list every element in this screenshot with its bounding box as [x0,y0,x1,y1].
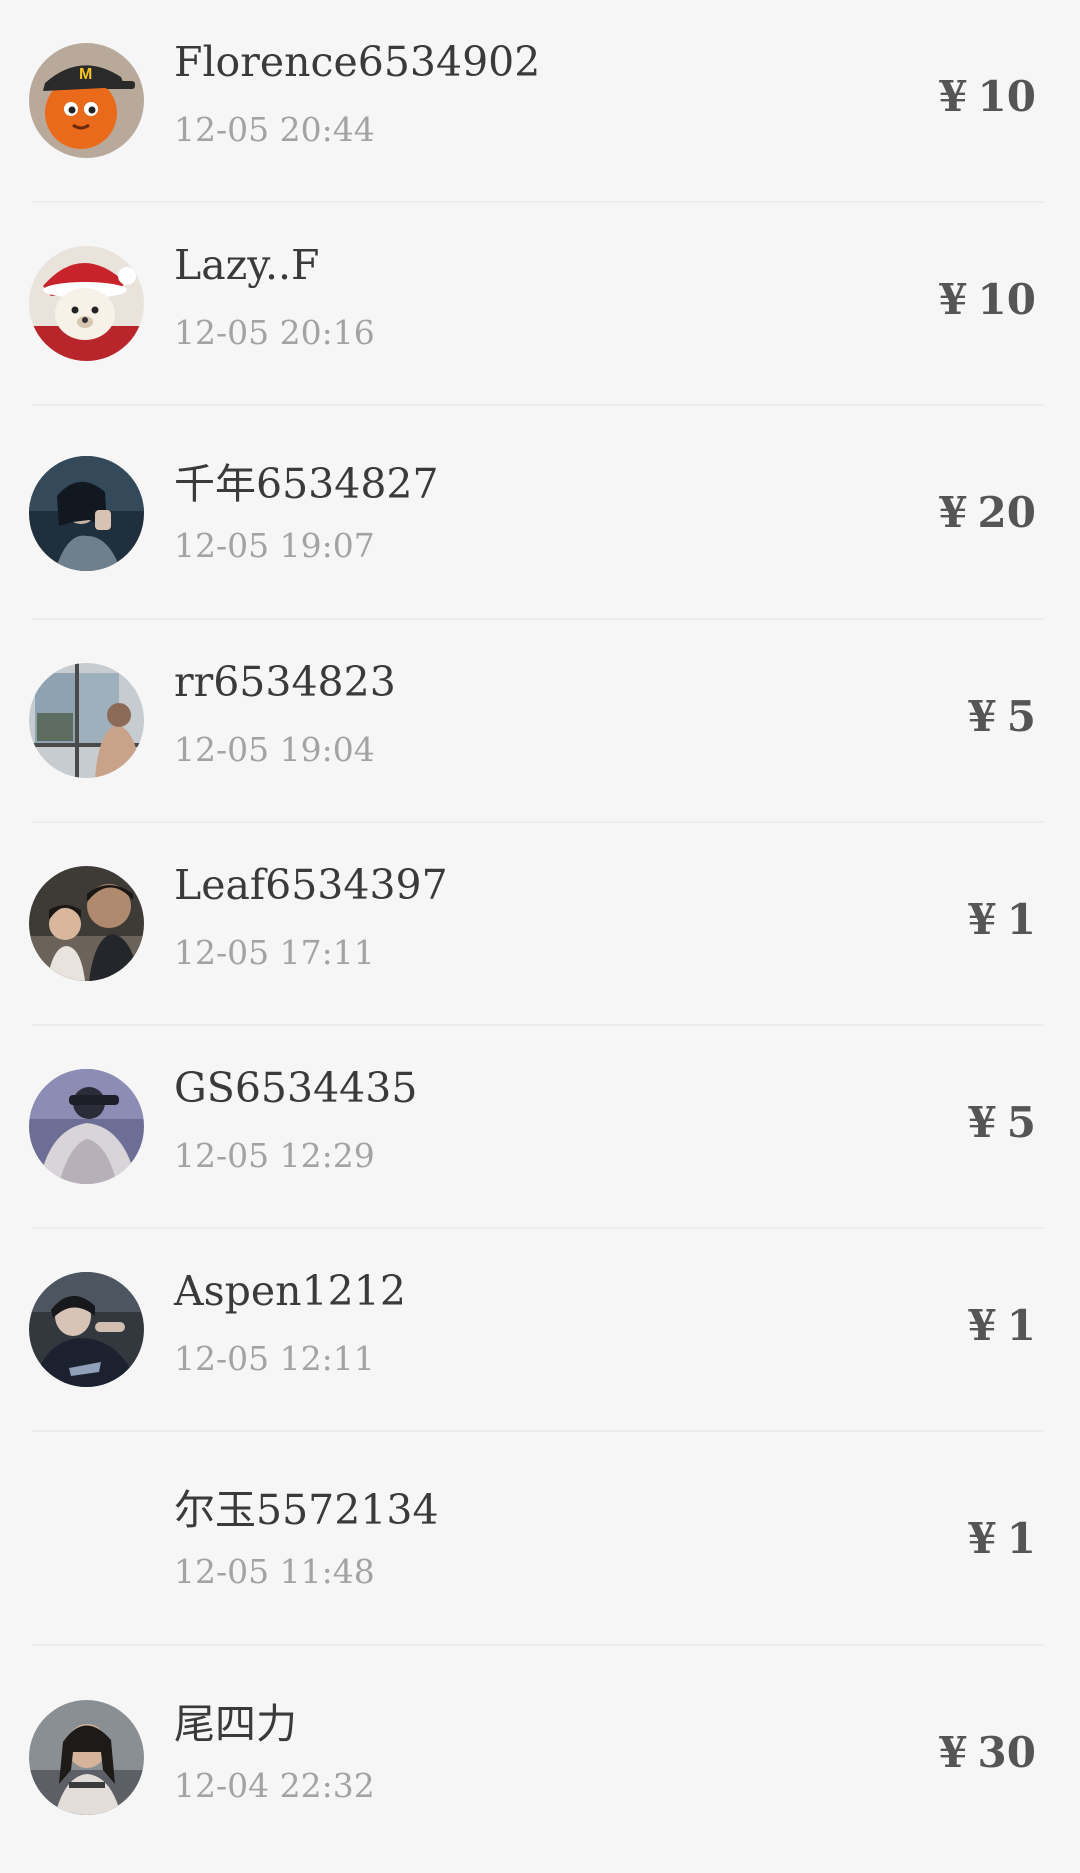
photo-avatar-icon [29,866,144,981]
avatar[interactable] [29,1069,144,1184]
donation-time: 12-05 17:11 [174,933,375,972]
currency-symbol: ¥ [967,1514,997,1563]
currency-symbol: ¥ [967,1098,997,1147]
currency-symbol: ¥ [938,1728,968,1777]
list-item[interactable]: rr6534823 12-05 19:04 ¥5 [0,620,1080,823]
window-avatar-icon [29,663,144,778]
list-item[interactable]: 千年6534827 12-05 19:07 ¥20 [0,406,1080,620]
currency-symbol: ¥ [938,488,968,537]
donor-name: 尾四力 [174,1700,297,1748]
donation-amount: ¥5 [968,692,1036,741]
donation-time: 12-05 12:29 [174,1136,375,1175]
donor-name: Leaf6534397 [174,861,448,909]
avatar[interactable] [29,866,144,981]
donor-name: 尔玉5572134 [174,1486,439,1534]
donation-amount: ¥1 [968,895,1036,944]
list-item[interactable]: M Florence6534902 12-05 20:44 ¥10 [0,0,1080,203]
list-item[interactable]: GS6534435 12-05 12:29 ¥5 [0,1026,1080,1229]
currency-symbol: ¥ [967,1301,997,1350]
donation-amount: ¥20 [938,488,1036,537]
donation-amount: ¥10 [938,72,1036,121]
donation-time: 12-05 19:04 [174,730,375,769]
amount-value: 5 [1006,692,1036,741]
donation-list: M Florence6534902 12-05 20:44 ¥10 Lazy..… [0,0,1080,1873]
amount-value: 10 [977,275,1036,324]
donor-name: Lazy..F [174,241,320,289]
list-item[interactable]: 尔玉5572134 12-05 11:48 ¥1 [0,1432,1080,1646]
donation-amount: ¥1 [968,1301,1036,1350]
avatar[interactable] [29,246,144,361]
donor-name: Aspen1212 [174,1267,406,1315]
avatar[interactable] [29,1272,144,1387]
donation-time: 12-05 19:07 [174,526,375,565]
currency-symbol: ¥ [938,72,968,121]
donor-name: GS6534435 [174,1064,418,1112]
currency-symbol: ¥ [967,692,997,741]
currency-symbol: ¥ [967,895,997,944]
amount-value: 1 [1006,1301,1036,1350]
bear-avatar-icon [29,246,144,361]
donor-name: 千年6534827 [174,460,439,508]
donor-name: rr6534823 [174,658,396,706]
photo-avatar-icon [29,456,144,571]
list-item[interactable]: 尾四力 12-04 22:32 ¥30 [0,1646,1080,1849]
list-item[interactable]: Lazy..F 12-05 20:16 ¥10 [0,203,1080,406]
list-item[interactable]: Aspen1212 12-05 12:11 ¥1 [0,1229,1080,1432]
amount-value: 1 [1006,1514,1036,1563]
avatar[interactable] [29,456,144,571]
donation-amount: ¥5 [968,1098,1036,1147]
donor-name: Florence6534902 [174,38,541,86]
currency-symbol: ¥ [938,275,968,324]
donation-amount: ¥1 [968,1514,1036,1563]
donation-amount: ¥30 [938,1728,1036,1777]
avatar[interactable] [29,1700,144,1815]
amount-value: 30 [977,1728,1036,1777]
amount-value: 5 [1006,1098,1036,1147]
avatar[interactable] [29,663,144,778]
donation-time: 12-05 11:48 [174,1552,375,1591]
amount-value: 10 [977,72,1036,121]
amount-value: 20 [977,488,1036,537]
donation-time: 12-05 20:44 [174,110,375,149]
list-item[interactable]: Leaf6534397 12-05 17:11 ¥1 [0,823,1080,1026]
amount-value: 1 [1006,895,1036,944]
photo-avatar-icon [29,1069,144,1184]
photo-avatar-icon [29,1272,144,1387]
mascot-avatar-icon: M [29,43,144,158]
svg-text:M: M [79,66,92,83]
donation-time: 12-05 12:11 [174,1339,375,1378]
donation-time: 12-05 20:16 [174,313,375,352]
photo-avatar-icon [29,1700,144,1815]
avatar[interactable]: M [29,43,144,158]
donation-amount: ¥10 [938,275,1036,324]
donation-time: 12-04 22:32 [174,1766,375,1805]
